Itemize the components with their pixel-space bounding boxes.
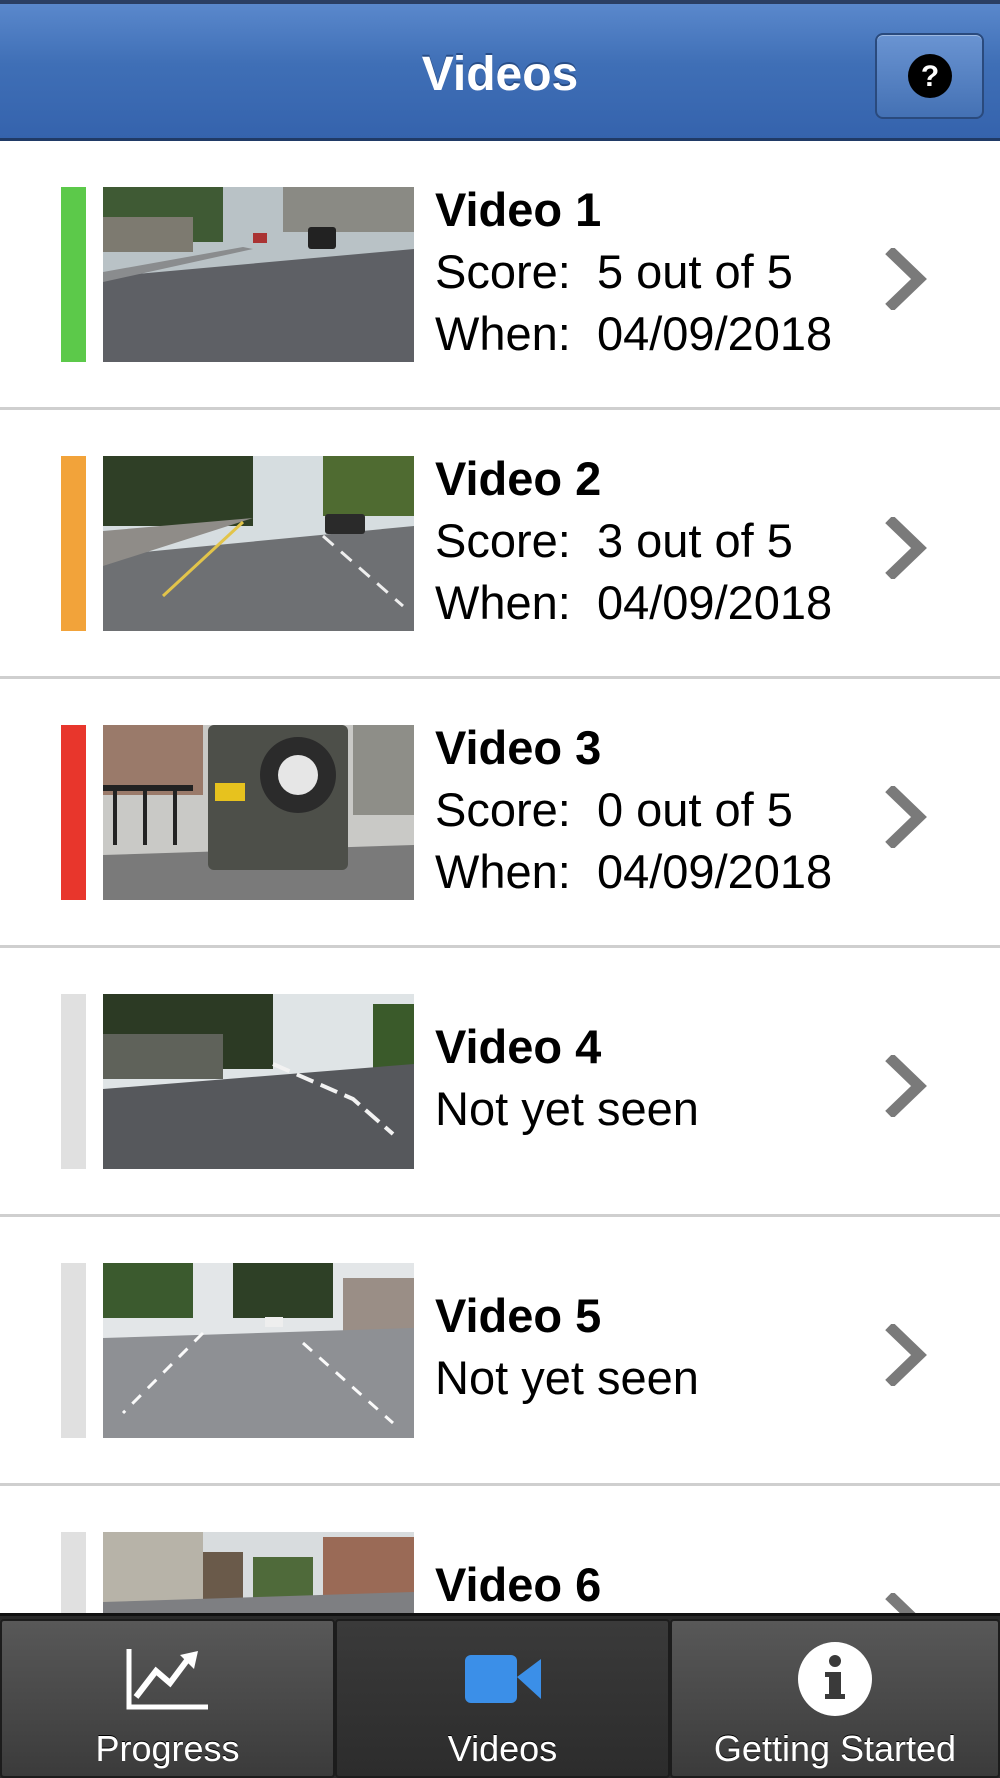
video-date: When: 04/09/2018 — [435, 307, 833, 360]
video-info: Video 3 Score: 0 out of 5 When: 04/09/20… — [435, 717, 875, 903]
tab-progress-label: Progress — [95, 1728, 240, 1769]
status-indicator — [61, 1263, 86, 1438]
tab-getting-started[interactable]: Getting Started — [670, 1619, 1000, 1778]
video-thumbnail — [103, 994, 414, 1169]
status-indicator — [61, 456, 86, 631]
list-item[interactable]: Video 4 Not yet seen — [0, 948, 1000, 1217]
video-title: Video 6 — [435, 1558, 602, 1611]
info-icon — [672, 1642, 998, 1717]
chevron-right-icon — [885, 517, 927, 579]
status-indicator — [61, 187, 86, 362]
video-thumbnail — [103, 187, 414, 362]
video-title: Video 4 — [435, 1020, 602, 1073]
nav-header: Videos ? — [0, 0, 1000, 141]
chevron-right-icon — [885, 1324, 927, 1386]
video-date: When: 04/09/2018 — [435, 576, 833, 629]
chart-line-icon — [2, 1647, 333, 1717]
video-status: Not yet seen — [435, 1082, 699, 1135]
status-indicator — [61, 725, 86, 900]
tab-videos[interactable]: Videos — [335, 1619, 670, 1778]
video-title: Video 3 — [435, 721, 602, 774]
list-item[interactable]: Video 5 Not yet seen — [0, 1217, 1000, 1486]
video-title: Video 2 — [435, 452, 602, 505]
video-info: Video 5 Not yet seen — [435, 1285, 875, 1409]
video-info: Video 1 Score: 5 out of 5 When: 04/09/20… — [435, 179, 875, 365]
chevron-right-icon — [885, 786, 927, 848]
video-info: Video 2 Score: 3 out of 5 When: 04/09/20… — [435, 448, 875, 634]
list-item[interactable]: Video 3 Score: 0 out of 5 When: 04/09/20… — [0, 679, 1000, 948]
tab-bar: Progress Videos Getting Started — [0, 1613, 1000, 1778]
video-score: Score: 3 out of 5 — [435, 514, 793, 567]
app-screen: Videos ? Video 1 Score: 5 out of 5 When:… — [0, 0, 1000, 1778]
tab-progress[interactable]: Progress — [0, 1619, 335, 1778]
status-indicator — [61, 994, 86, 1169]
video-info: Video 4 Not yet seen — [435, 1016, 875, 1140]
video-date: When: 04/09/2018 — [435, 845, 833, 898]
video-score: Score: 5 out of 5 — [435, 245, 793, 298]
question-circle-icon: ? — [908, 54, 952, 98]
chevron-right-icon — [885, 248, 927, 310]
video-thumbnail — [103, 1263, 414, 1438]
video-score: Score: 0 out of 5 — [435, 783, 793, 836]
video-info: Video 6 — [435, 1554, 875, 1616]
video-thumbnail — [103, 725, 414, 900]
video-status: Not yet seen — [435, 1351, 699, 1404]
svg-text:?: ? — [921, 60, 939, 93]
list-item[interactable]: Video 2 Score: 3 out of 5 When: 04/09/20… — [0, 410, 1000, 679]
tab-videos-label: Videos — [447, 1728, 558, 1769]
page-title: Videos — [421, 48, 579, 101]
chevron-right-icon — [885, 1055, 927, 1117]
video-thumbnail — [103, 456, 414, 631]
help-button[interactable]: ? — [875, 33, 984, 119]
video-title: Video 5 — [435, 1289, 602, 1342]
video-list: Video 1 Score: 5 out of 5 When: 04/09/20… — [0, 141, 1000, 1755]
tab-getting-started-label: Getting Started — [713, 1728, 957, 1769]
video-title: Video 1 — [435, 183, 602, 236]
video-camera-icon — [337, 1647, 668, 1717]
list-item[interactable]: Video 1 Score: 5 out of 5 When: 04/09/20… — [0, 141, 1000, 410]
